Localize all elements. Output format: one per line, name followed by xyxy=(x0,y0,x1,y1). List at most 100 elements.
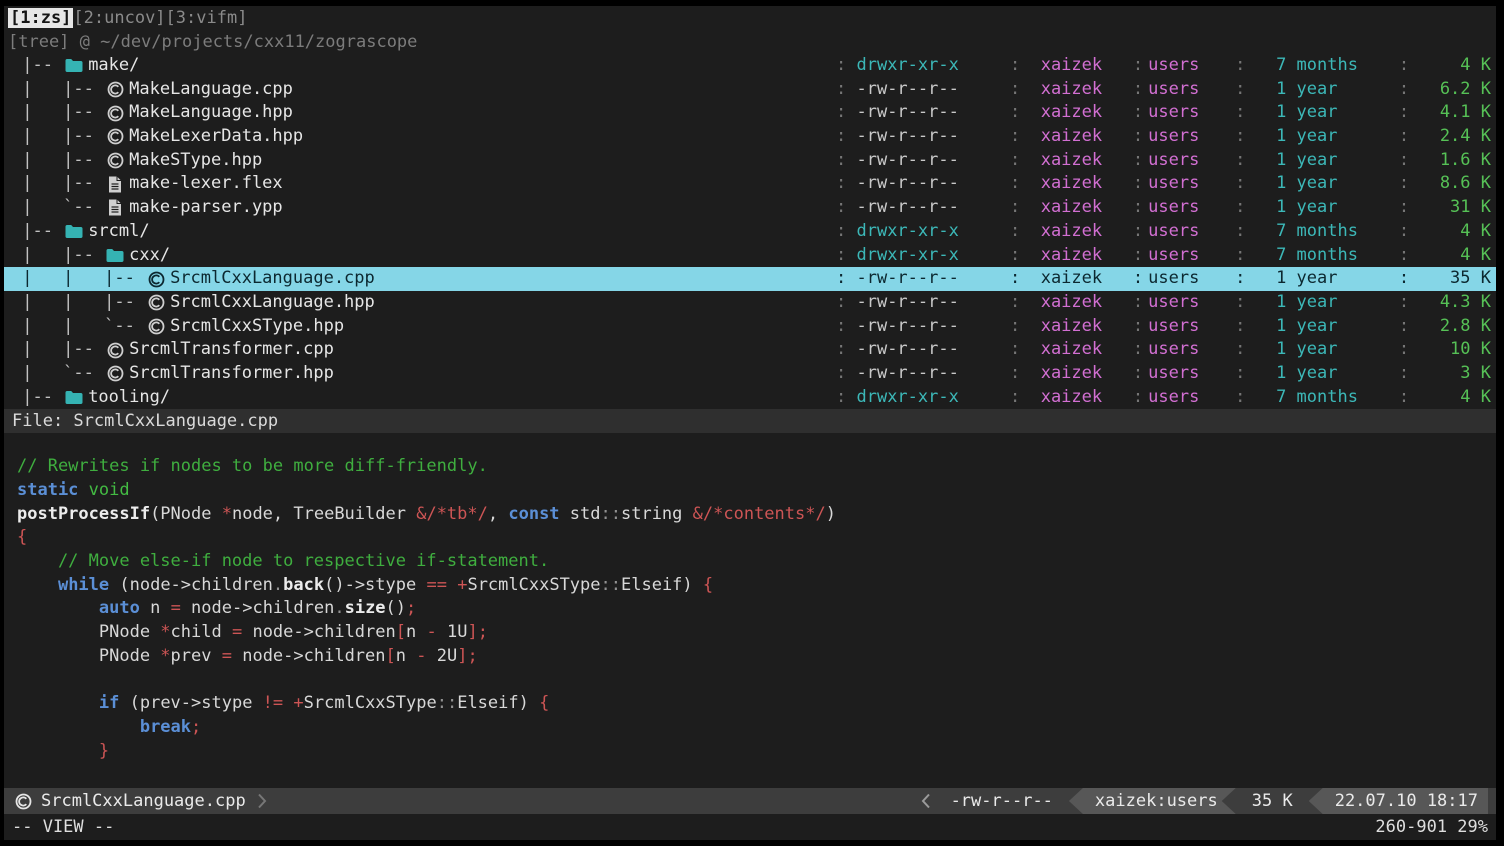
statusbar-owner-group: xaizek:users xyxy=(1069,788,1236,814)
column-separator: : xyxy=(836,220,846,244)
column-separator: : xyxy=(1010,78,1020,102)
cpp-icon xyxy=(145,271,167,288)
cpp-icon xyxy=(12,793,34,810)
file-row[interactable]: |-- srcml/ : drwxr-xr-x : xaizek : users… xyxy=(4,220,1496,244)
column-separator: : xyxy=(1010,291,1020,315)
file-group: users xyxy=(1148,315,1199,339)
column-separator: : xyxy=(836,267,846,291)
file-group: users xyxy=(1148,54,1199,78)
file-row[interactable]: |-- make/ : drwxr-xr-x : xaizek : users … xyxy=(4,54,1496,78)
file-group: users xyxy=(1148,386,1199,410)
file-row[interactable]: | |-- MakeLexerData.hpp : -rw-r--r-- : x… xyxy=(4,125,1496,149)
file-age: 7 months xyxy=(1276,54,1378,78)
file-name: SrcmlCxxSType.hpp xyxy=(170,315,344,339)
tree-branch: |-- xyxy=(12,54,63,78)
file-group: users xyxy=(1148,220,1199,244)
code-line: static void xyxy=(17,479,1496,503)
column-separator: : xyxy=(1010,220,1020,244)
column-separator: : xyxy=(1010,172,1020,196)
tree-branch: | |-- xyxy=(12,244,104,268)
file-row[interactable]: | |-- MakeSType.hpp : -rw-r--r-- : xaize… xyxy=(4,149,1496,173)
file-row[interactable]: | |-- MakeLanguage.cpp : -rw-r--r-- : xa… xyxy=(4,78,1496,102)
file-row[interactable]: | | |-- SrcmlCxxLanguage.hpp : -rw-r--r-… xyxy=(4,291,1496,315)
file-owner: xaizek xyxy=(1041,101,1102,125)
file-owner: xaizek xyxy=(1041,196,1102,220)
file-name: SrcmlTransformer.cpp xyxy=(129,338,334,362)
file-group: users xyxy=(1148,78,1199,102)
column-separator: : xyxy=(1399,125,1409,149)
column-separator: : xyxy=(1235,220,1245,244)
column-separator: : xyxy=(1133,172,1143,196)
file-owner: xaizek xyxy=(1041,172,1102,196)
tab-zs[interactable]: [1:zs] xyxy=(8,8,73,28)
file-row[interactable]: | |-- cxx/ : drwxr-xr-x : xaizek : users… xyxy=(4,244,1496,268)
column-separator: : xyxy=(1133,78,1143,102)
file-age: 7 months xyxy=(1276,244,1378,268)
tree-branch: |-- xyxy=(12,386,63,410)
file-name: make-lexer.flex xyxy=(129,172,283,196)
statusbar-size: 35 K xyxy=(1236,791,1309,811)
column-separator: : xyxy=(1010,315,1020,339)
mode-line: -- VIEW -- 260-901 29% xyxy=(4,814,1496,840)
file-size: 4.1 K xyxy=(1419,101,1491,125)
file-row[interactable]: | |-- MakeLanguage.hpp : -rw-r--r-- : xa… xyxy=(4,101,1496,125)
file-list: |-- make/ : drwxr-xr-x : xaizek : users … xyxy=(4,54,1496,409)
file-owner: xaizek xyxy=(1041,315,1102,339)
tree-branch: | |-- xyxy=(12,78,104,102)
tree-branch: | |-- xyxy=(12,172,104,196)
file-row[interactable]: | `-- make-parser.ypp : -rw-r--r-- : xai… xyxy=(4,196,1496,220)
folder-icon xyxy=(63,224,85,239)
column-separator: : xyxy=(1010,338,1020,362)
column-separator: : xyxy=(1133,244,1143,268)
file-owner: xaizek xyxy=(1041,362,1102,386)
column-separator: : xyxy=(1235,125,1245,149)
terminal-window: [1:zs][2:uncov][3:vifm] [tree] @ ~/dev/p… xyxy=(4,6,1496,840)
column-separator: : xyxy=(1399,244,1409,268)
tree-branch: | `-- xyxy=(12,362,104,386)
file-name: SrcmlTransformer.hpp xyxy=(129,362,334,386)
column-separator: : xyxy=(836,54,846,78)
tree-branch: | `-- xyxy=(12,196,104,220)
file-permissions: -rw-r--r-- xyxy=(856,362,958,386)
file-row[interactable]: | | `-- SrcmlCxxSType.hpp : -rw-r--r-- :… xyxy=(4,315,1496,339)
file-name: MakeLanguage.cpp xyxy=(129,78,293,102)
file-size: 4 K xyxy=(1419,386,1491,410)
column-separator: : xyxy=(1133,149,1143,173)
file-age: 1 year xyxy=(1276,149,1378,173)
column-separator: : xyxy=(1399,172,1409,196)
tree-branch: | |-- xyxy=(12,101,104,125)
file-permissions: -rw-r--r-- xyxy=(856,291,958,315)
file-age: 1 year xyxy=(1276,78,1378,102)
cpp-icon xyxy=(104,128,126,145)
tab-vifm[interactable]: [3:vifm] xyxy=(166,8,248,28)
file-permissions: drwxr-xr-x xyxy=(856,220,958,244)
file-row[interactable]: | |-- SrcmlTransformer.cpp : -rw-r--r-- … xyxy=(4,338,1496,362)
file-age: 1 year xyxy=(1276,267,1378,291)
file-permissions: -rw-r--r-- xyxy=(856,196,958,220)
file-size: 4.3 K xyxy=(1419,291,1491,315)
code-line: postProcessIf(PNode *node, TreeBuilder &… xyxy=(17,503,1496,527)
column-separator: : xyxy=(836,125,846,149)
column-separator: : xyxy=(1235,244,1245,268)
column-separator: : xyxy=(1010,196,1020,220)
column-separator: : xyxy=(836,172,846,196)
statusbar-datetime: 22.07.10 18:17 xyxy=(1309,788,1488,814)
tab-uncov[interactable]: [2:uncov] xyxy=(73,8,165,28)
cpp-icon xyxy=(104,81,126,98)
column-separator: : xyxy=(836,291,846,315)
statusbar-filename: SrcmlCxxLanguage.cpp xyxy=(41,791,246,811)
column-separator: : xyxy=(1235,149,1245,173)
tree-branch: |-- xyxy=(12,220,63,244)
file-name: MakeLanguage.hpp xyxy=(129,101,293,125)
file-row[interactable]: | `-- SrcmlTransformer.hpp : -rw-r--r-- … xyxy=(4,362,1496,386)
code-line: // Rewrites if nodes to be more diff-fri… xyxy=(17,455,1496,479)
column-separator: : xyxy=(1235,196,1245,220)
file-row[interactable]: |-- tooling/ : drwxr-xr-x : xaizek : use… xyxy=(4,386,1496,410)
file-row[interactable]: | | |-- SrcmlCxxLanguage.cpp : -rw-r--r-… xyxy=(4,267,1496,291)
chevron-right-icon xyxy=(257,793,267,809)
column-separator: : xyxy=(1010,149,1020,173)
file-row[interactable]: | |-- make-lexer.flex : -rw-r--r-- : xai… xyxy=(4,172,1496,196)
column-separator: : xyxy=(836,386,846,410)
file-age: 1 year xyxy=(1276,101,1378,125)
file-name: SrcmlCxxLanguage.hpp xyxy=(170,291,375,315)
